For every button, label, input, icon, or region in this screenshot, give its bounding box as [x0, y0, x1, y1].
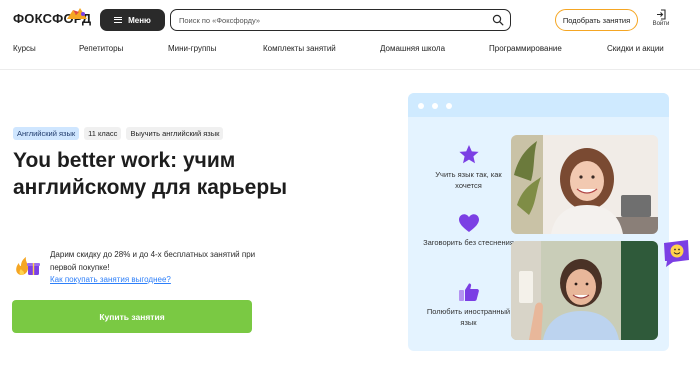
nav-item-home-school[interactable]: Домашняя школа — [380, 44, 445, 53]
menu-button-label: Меню — [128, 15, 151, 25]
fire-gift-icon — [16, 257, 40, 275]
header: ФОКСФОРД Меню Подобрать занятия Войти — [0, 0, 700, 40]
search-icon[interactable] — [492, 14, 504, 26]
window-dot — [418, 103, 424, 109]
star-icon — [458, 145, 479, 164]
search-input[interactable] — [179, 13, 479, 27]
tag-goal[interactable]: Выучить английский язык — [126, 127, 224, 140]
heart-icon — [458, 214, 479, 232]
main-nav: Курсы Репетиторы Мини-группы Комплекты з… — [0, 44, 700, 58]
pick-lessons-button[interactable]: Подобрать занятия — [555, 9, 638, 31]
student-video-photo — [511, 135, 658, 234]
tag-subject[interactable]: Английский язык — [13, 127, 80, 140]
feature-text: Полюбить иностранный язык — [426, 307, 511, 327]
video-call-illustration: Учить язык так, как хочется Заговорить б… — [408, 93, 689, 351]
teacher-video-photo — [511, 241, 658, 340]
nav-divider — [0, 69, 700, 70]
nav-item-discounts[interactable]: Скидки и акции — [607, 44, 664, 53]
nav-item-lesson-sets[interactable]: Комплекты занятий — [263, 44, 336, 53]
menu-button[interactable]: Меню — [100, 9, 165, 31]
promo-link[interactable]: Как покупать занятия выгоднее? — [50, 275, 171, 284]
buy-lessons-button[interactable]: Купить занятия — [12, 300, 252, 333]
window-dot — [432, 103, 438, 109]
feature-text: Заговорить без стеснения — [423, 238, 514, 247]
tag-grade[interactable]: 11 класс — [84, 127, 122, 140]
promo-text: Дарим скидку до 28% и до 4-х бесплатных … — [50, 250, 256, 272]
window-bar — [408, 93, 669, 117]
login-label: Войти — [652, 21, 670, 27]
login-icon — [657, 9, 666, 20]
logo[interactable]: ФОКСФОРД — [13, 8, 91, 26]
tag-list: Английский язык 11 класс Выучить английс… — [13, 127, 224, 140]
login-button[interactable]: Войти — [648, 9, 674, 33]
thumbs-up-icon — [458, 283, 479, 301]
search-bar — [170, 9, 511, 31]
feature-learn-as-you-like: Учить язык так, как хочется — [422, 144, 515, 191]
window-dot — [446, 103, 452, 109]
feature-text: Учить язык так, как хочется — [435, 170, 502, 190]
nav-item-mini-groups[interactable]: Мини-группы — [168, 44, 216, 53]
emoji-speech-bubble-icon — [664, 240, 689, 267]
nav-item-programming[interactable]: Программирование — [489, 44, 562, 53]
page-title: You better work: учим английскому для ка… — [13, 149, 288, 199]
nav-item-tutors[interactable]: Репетиторы — [79, 44, 123, 53]
nav-item-courses[interactable]: Курсы — [13, 44, 36, 53]
feature-speak-freely: Заговорить без стеснения — [422, 213, 515, 248]
fox-logo-icon — [67, 8, 87, 19]
burger-icon — [114, 17, 123, 23]
feature-love-language: Полюбить иностранный язык — [422, 282, 515, 328]
